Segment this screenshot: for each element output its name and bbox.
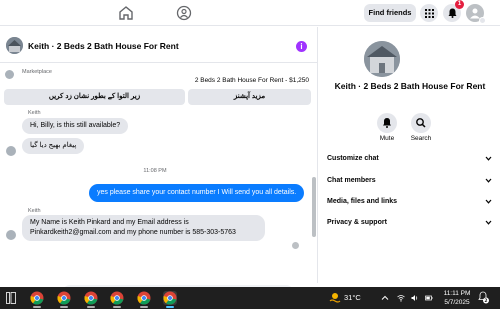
notification-center-icon[interactable]: 2: [477, 291, 489, 304]
listing-thumbnail[interactable]: [6, 37, 23, 54]
bell-icon: [383, 118, 391, 128]
taskbar-active-indicator: [33, 306, 41, 308]
marketplace-avatar: [5, 70, 14, 79]
wifi-icon[interactable]: [397, 294, 405, 302]
chrome-taskbar-icon[interactable]: [30, 291, 44, 305]
friends-icon[interactable]: [176, 5, 192, 21]
sender-name: Keith: [28, 208, 41, 214]
search-icon: [416, 118, 426, 128]
battery-icon[interactable]: [425, 294, 433, 302]
section-label: Media, files and links: [327, 198, 398, 205]
section-privacy-support[interactable]: Privacy & support: [327, 215, 492, 231]
notification-badge: 1: [455, 0, 464, 9]
section-customize-chat[interactable]: Customize chat: [327, 151, 492, 167]
sender-avatar[interactable]: [6, 146, 16, 156]
chrome-icon: [84, 291, 98, 305]
listing-photo[interactable]: [364, 41, 400, 77]
chevron-down-icon: [485, 220, 492, 225]
grid-menu-icon: [424, 8, 434, 18]
chevron-up-icon[interactable]: [381, 294, 389, 302]
conversation-info-button[interactable]: i: [296, 41, 307, 52]
chat-header: Keith · 2 Beds 2 Bath House For Rent i: [0, 27, 318, 63]
chrome-icon: [30, 291, 44, 305]
mute-label: Mute: [379, 135, 395, 142]
message-timestamp: 11:08 PM: [143, 168, 167, 174]
section-label: Privacy & support: [327, 219, 387, 226]
mute-button[interactable]: [377, 113, 397, 133]
chrome-taskbar-icon[interactable]: [84, 291, 98, 305]
seen-indicator: [292, 242, 299, 249]
house-photo-icon: [364, 41, 400, 77]
chrome-taskbar-icon[interactable]: [110, 291, 124, 305]
conversation-details-panel: Keith · 2 Beds 2 Bath House For Rent Mut…: [319, 27, 500, 283]
sender-avatar[interactable]: [6, 230, 16, 240]
weather-temperature[interactable]: 31°C: [344, 293, 361, 302]
clock-date[interactable]: 5/7/2025: [442, 299, 472, 306]
message-bubble[interactable]: پیغام بھیج دیا گیا: [22, 138, 85, 154]
message-bubble[interactable]: My Name is Keith Pinkard and my Email ad…: [22, 215, 265, 241]
chat-panel: Keith · 2 Beds 2 Bath House For Rent i M…: [0, 27, 318, 301]
search-label: Search: [410, 135, 432, 142]
bell-icon: [448, 8, 456, 18]
volume-icon[interactable]: [411, 294, 419, 302]
find-friends-button[interactable]: Find friends: [364, 4, 416, 22]
chevron-down-icon: [485, 178, 492, 183]
chrome-taskbar-icon[interactable]: [137, 291, 151, 305]
marketplace-label: Marketplace: [22, 69, 52, 75]
task-view-icon[interactable]: [6, 292, 16, 304]
chat-scrollbar[interactable]: [312, 177, 316, 237]
more-options-button[interactable]: مزید آپشنز: [188, 89, 311, 105]
menu-button[interactable]: [420, 4, 438, 22]
search-button[interactable]: [411, 113, 431, 133]
chrome-icon: [163, 291, 177, 305]
chrome-taskbar-icon[interactable]: [57, 291, 71, 305]
windows-taskbar: 31°C 11:11 PM 5/7/2025 2: [0, 287, 500, 309]
message-bubble[interactable]: Hi, Billy, is this still available?: [22, 118, 129, 134]
home-icon[interactable]: [118, 5, 134, 21]
mark-pending-button[interactable]: زیر التوا کے بطور نشان زد کریں: [4, 89, 185, 105]
weather-icon[interactable]: [328, 290, 342, 304]
chrome-icon: [110, 291, 124, 305]
account-chevron-icon[interactable]: [479, 17, 486, 24]
message-line: My Name is Keith Pinkard and my Email ad…: [30, 219, 189, 226]
chevron-down-icon: [485, 199, 492, 204]
taskbar-active-indicator: [113, 306, 121, 308]
section-label: Chat members: [327, 177, 376, 184]
my-message-bubble[interactable]: yes please share your contact number I W…: [89, 184, 305, 202]
chat-title[interactable]: Keith · 2 Beds 2 Bath House For Rent: [28, 41, 179, 51]
top-navigation-bar: Find friends 1: [0, 0, 500, 26]
taskbar-active-indicator: [60, 306, 68, 308]
taskbar-active-indicator: [166, 306, 174, 308]
chrome-icon: [57, 291, 71, 305]
svg-text:2: 2: [484, 298, 487, 304]
clock-time[interactable]: 11:11 PM: [442, 290, 472, 297]
sender-name: Keith: [28, 110, 41, 116]
chrome-taskbar-icon-active[interactable]: [163, 291, 177, 305]
message-line: Pinkardkeith2@gmail.com and my phone num…: [30, 229, 236, 236]
details-title: Keith · 2 Beds 2 Bath House For Rent: [334, 81, 486, 91]
section-media-files-links[interactable]: Media, files and links: [327, 194, 492, 210]
chrome-icon: [137, 291, 151, 305]
taskbar-active-indicator: [87, 306, 95, 308]
chevron-down-icon: [485, 156, 492, 161]
section-chat-members[interactable]: Chat members: [327, 173, 492, 189]
section-label: Customize chat: [327, 155, 379, 162]
house-photo-icon: [6, 37, 23, 54]
listing-info[interactable]: 2 Beds 2 Bath House For Rent - $1,250: [195, 77, 309, 84]
taskbar-active-indicator: [140, 306, 148, 308]
